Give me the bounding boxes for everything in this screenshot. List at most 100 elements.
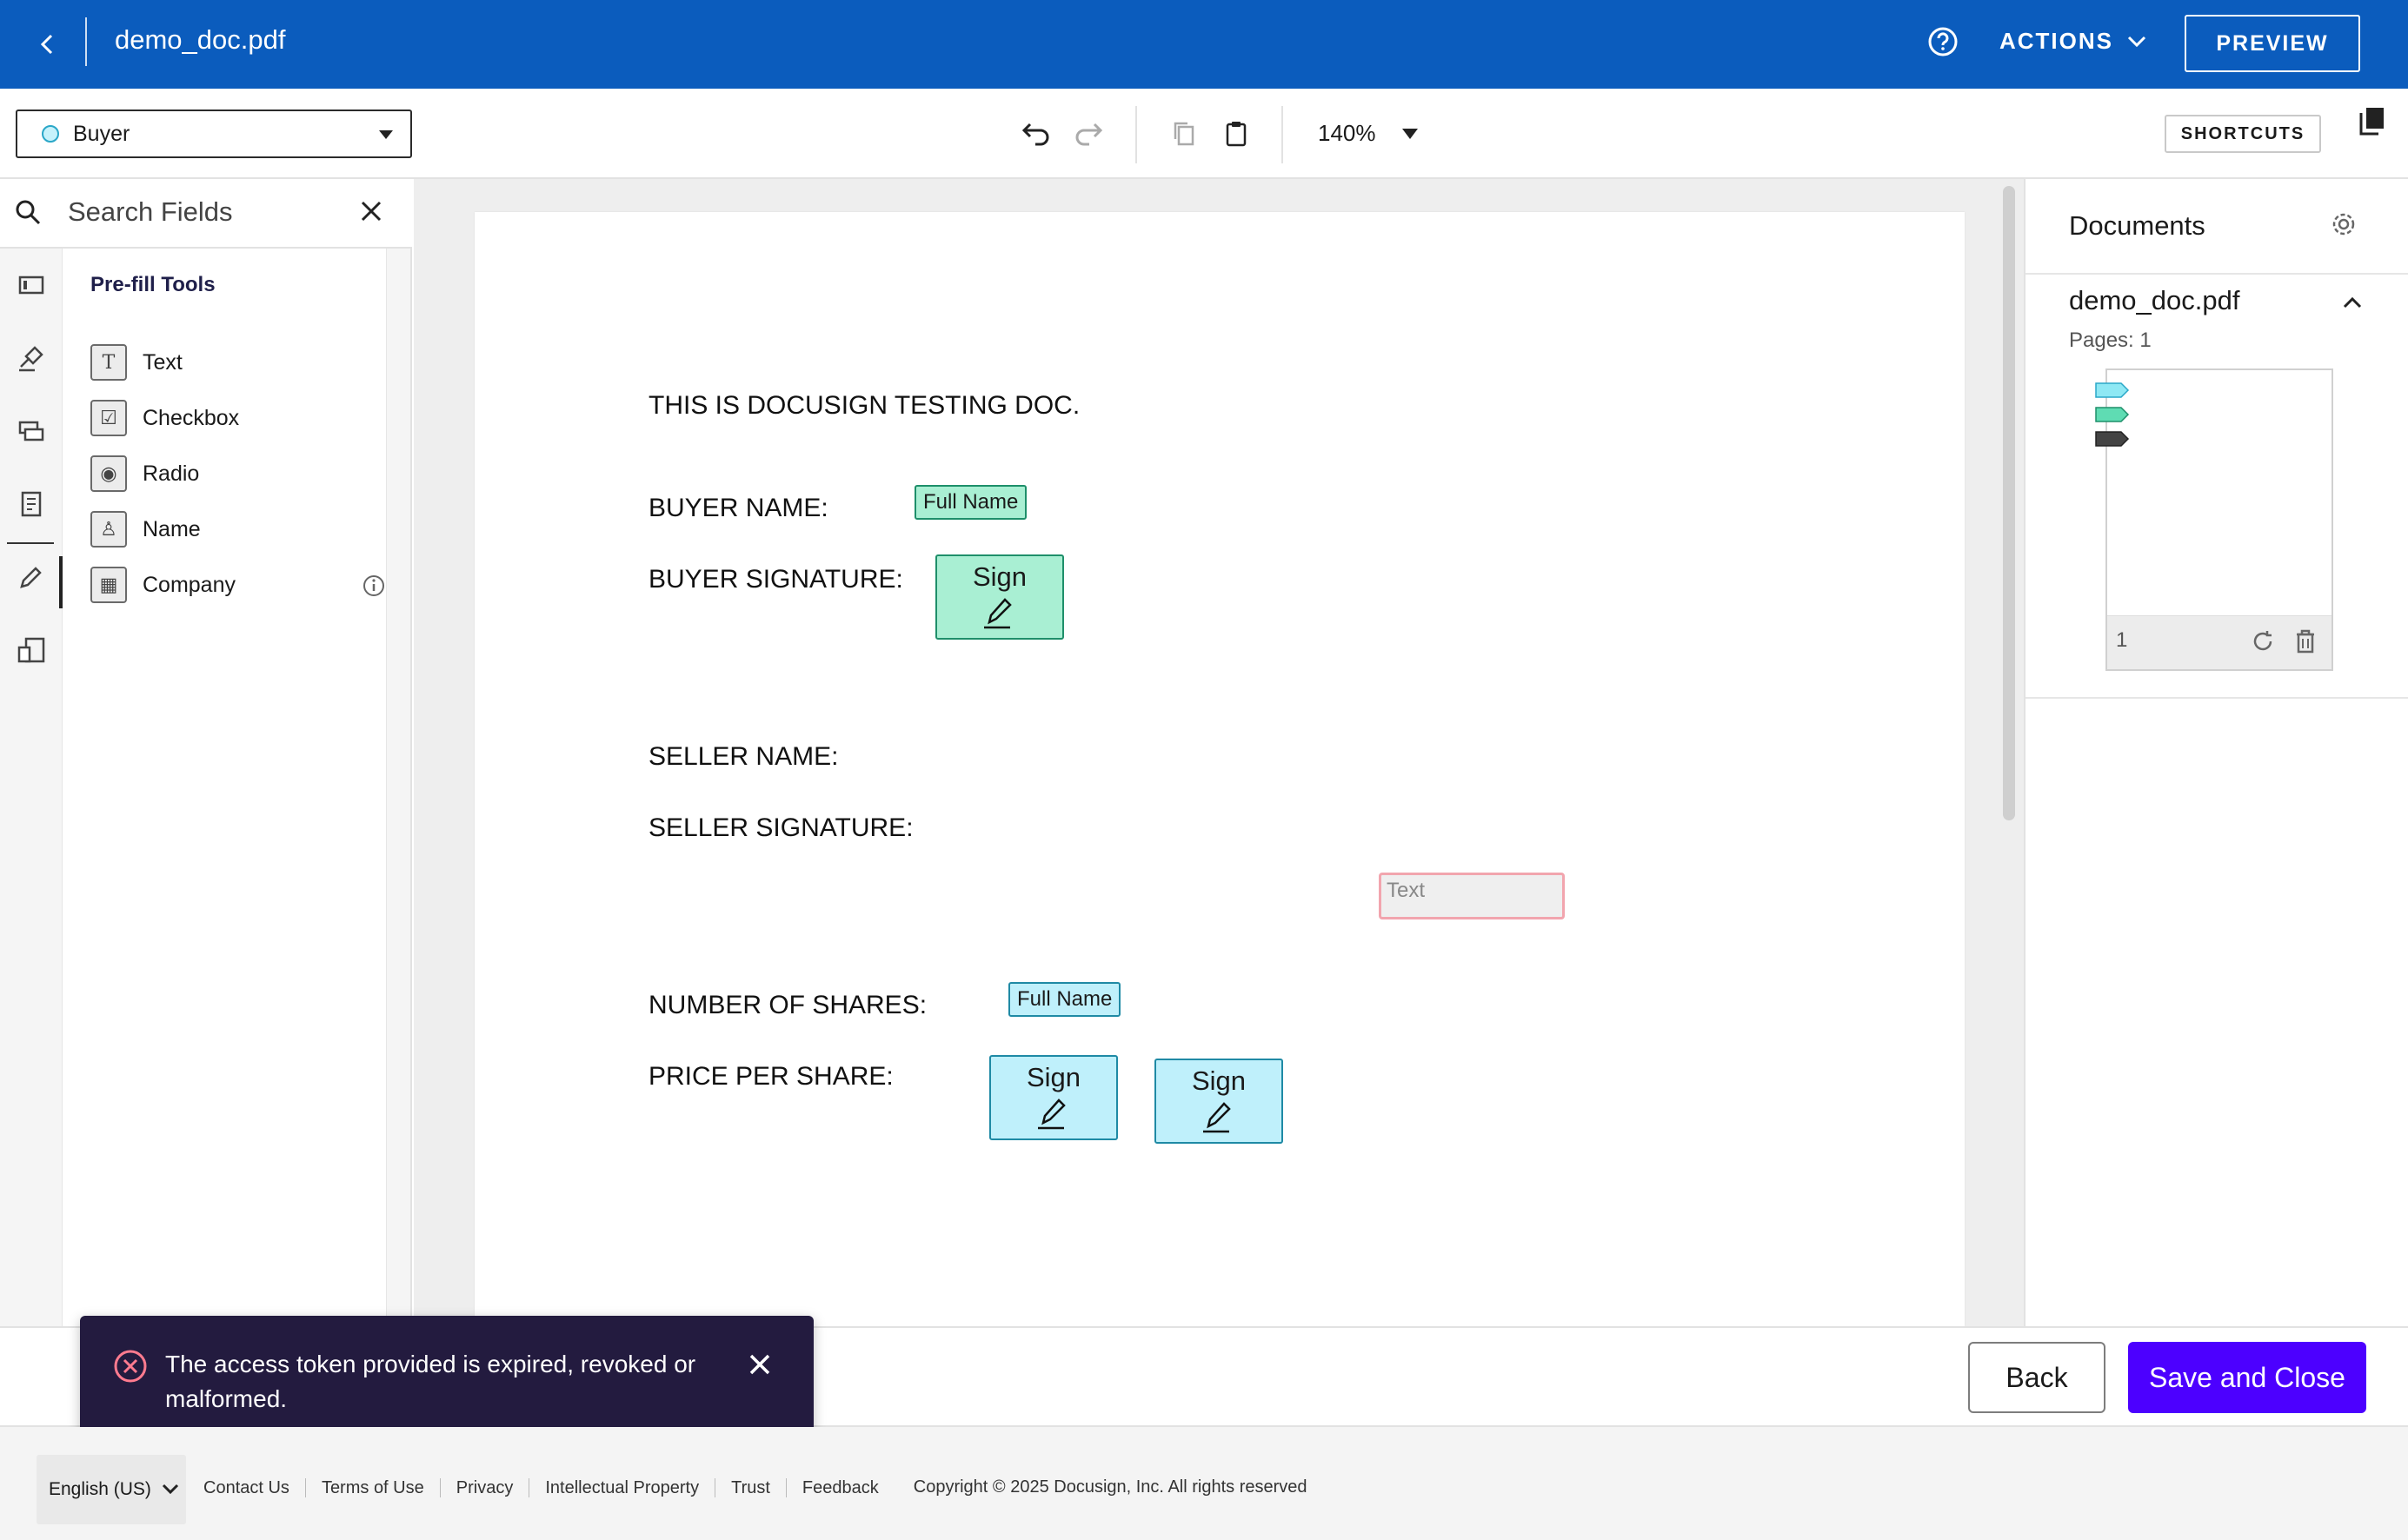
shortcuts-button[interactable]: SHORTCUTS	[2165, 115, 2321, 153]
document-canvas: THIS IS DOCUSIGN TESTING DOC. BUYER NAME…	[414, 179, 2024, 1326]
buyer-sign-field[interactable]: Sign	[935, 554, 1064, 640]
top-bar: demo_doc.pdf ACTIONS PREVIEW	[0, 0, 2408, 89]
info-icon[interactable]	[362, 574, 386, 598]
document-heading: THIS IS DOCUSIGN TESTING DOC.	[649, 391, 1081, 420]
actions-label: ACTIONS	[1999, 28, 2113, 54]
stacked-fields-icon[interactable]	[12, 412, 50, 450]
footer-link-contact[interactable]: Contact Us	[203, 1477, 306, 1497]
document-name[interactable]: demo_doc.pdf	[2069, 285, 2239, 316]
close-icon[interactable]	[746, 1351, 777, 1382]
search-icon	[14, 198, 45, 229]
buyer-tag-icon	[2095, 382, 2130, 398]
field-tool-checkbox[interactable]: ☑ Checkbox	[90, 398, 386, 438]
copyright-text: Copyright © 2025 Docusign, Inc. All righ…	[913, 1477, 1307, 1497]
text-field-icon: T	[90, 344, 127, 381]
language-select[interactable]: English (US)	[37, 1455, 186, 1524]
number-of-shares-label: NUMBER OF SHARES:	[649, 991, 928, 1019]
recipient-color-dot	[42, 125, 59, 143]
footer-link-ip[interactable]: Intellectual Property	[529, 1477, 716, 1497]
field-tool-company[interactable]: ▦ Company	[90, 565, 386, 605]
text-field[interactable]: Text	[1379, 873, 1565, 919]
field-tool-label: Checkbox	[143, 405, 240, 430]
rotate-icon[interactable]	[2250, 628, 2279, 658]
fields-panel: Search Fields Pre-fill Tools T Text ☑ Ch…	[0, 179, 412, 1326]
paste-icon[interactable]	[1217, 115, 1255, 153]
recipient-select[interactable]: Buyer	[16, 110, 412, 158]
toolbar-divider	[1281, 106, 1283, 163]
seller-tag-icon	[2095, 407, 2130, 422]
form-icon[interactable]	[12, 485, 50, 523]
document-title: demo_doc.pdf	[115, 24, 286, 55]
back-arrow-icon[interactable]	[26, 23, 70, 66]
actions-menu[interactable]: ACTIONS	[1999, 28, 2146, 55]
footer: English (US) Contact Us Terms of Use Pri…	[0, 1427, 2408, 1540]
redo-icon[interactable]	[1069, 115, 1108, 153]
zoom-select[interactable]: 140%	[1318, 120, 1418, 147]
close-icon[interactable]	[358, 198, 389, 229]
gear-icon[interactable]	[2330, 210, 2361, 242]
chevron-down-icon	[162, 1484, 178, 1495]
field-tool-name[interactable]: ♙ Name	[90, 509, 386, 549]
search-bar[interactable]: Search Fields	[0, 179, 412, 249]
caret-down-icon	[1401, 128, 1418, 139]
trash-icon[interactable]	[2293, 628, 2323, 658]
canvas-scrollbar[interactable]	[2001, 183, 2017, 1326]
toolbar-divider	[1135, 106, 1137, 163]
seller-full-name-field[interactable]: Full Name	[1008, 982, 1121, 1017]
thumbnail-footer: 1	[2107, 615, 2332, 669]
header-divider	[85, 17, 87, 66]
rail-divider	[7, 542, 54, 544]
panel-divider	[2026, 273, 2408, 275]
chevron-down-icon	[2127, 36, 2146, 47]
footer-links: Contact Us Terms of Use Privacy Intellec…	[203, 1477, 1307, 1497]
seller-signature-label: SELLER SIGNATURE:	[649, 813, 914, 842]
price-per-share-label: PRICE PER SHARE:	[649, 1062, 894, 1091]
field-tool-text[interactable]: T Text	[90, 342, 386, 382]
recipient-label: Buyer	[73, 121, 130, 146]
person-icon: ♙	[90, 511, 127, 548]
panel-scrollbar[interactable]	[386, 249, 410, 1326]
page-thumbnail[interactable]: 1	[2095, 368, 2333, 671]
other-tag-icon	[2095, 431, 2130, 447]
buyer-name-label: BUYER NAME:	[649, 494, 828, 522]
seller-sign-field[interactable]: Sign	[1154, 1059, 1283, 1144]
page-count: Pages: 1	[2069, 329, 2152, 352]
chevron-up-icon[interactable]	[2340, 290, 2368, 318]
building-icon: ▦	[90, 567, 127, 603]
field-panel-icon[interactable]	[12, 266, 50, 304]
pen-icon	[1038, 1099, 1066, 1130]
back-button[interactable]: Back	[1968, 1342, 2105, 1413]
search-input[interactable]: Search Fields	[68, 196, 233, 228]
pencil-icon[interactable]	[12, 558, 50, 596]
copy-icon[interactable]	[1165, 115, 1203, 153]
preview-button[interactable]: PREVIEW	[2185, 15, 2360, 72]
undo-icon[interactable]	[1017, 115, 1055, 153]
document-page: THIS IS DOCUSIGN TESTING DOC. BUYER NAME…	[475, 212, 1965, 1326]
scrollbar-thumb[interactable]	[2003, 186, 2015, 820]
pen-icon	[1203, 1102, 1231, 1133]
panel-divider	[2026, 697, 2408, 699]
copy-documents-icon[interactable]	[2358, 106, 2392, 141]
footer-link-trust[interactable]: Trust	[715, 1477, 787, 1497]
footer-link-terms[interactable]: Terms of Use	[306, 1477, 441, 1497]
language-label: English (US)	[49, 1479, 151, 1499]
section-title: Pre-fill Tools	[90, 273, 216, 296]
seller-sign-field[interactable]: Sign	[989, 1055, 1118, 1140]
error-icon	[111, 1347, 150, 1385]
documents-title: Documents	[2069, 210, 2205, 241]
radio-icon: ◉	[90, 455, 127, 492]
field-tool-radio[interactable]: ◉ Radio	[90, 454, 386, 494]
devices-icon[interactable]	[12, 631, 50, 669]
footer-link-privacy[interactable]: Privacy	[441, 1477, 530, 1497]
editor-toolbar: Buyer 140% SHORTCUTS	[0, 89, 2408, 179]
buyer-full-name-field[interactable]: Full Name	[915, 485, 1028, 520]
toast-message: The access token provided is expired, re…	[165, 1351, 696, 1412]
save-and-close-button[interactable]: Save and Close	[2128, 1342, 2366, 1413]
signature-tools-icon[interactable]	[12, 339, 50, 377]
footer-link-feedback[interactable]: Feedback	[787, 1478, 895, 1497]
help-icon[interactable]	[1926, 24, 1960, 59]
field-tool-label: Name	[143, 516, 201, 541]
sign-label: Sign	[972, 561, 1028, 592]
pen-icon	[984, 598, 1012, 629]
zoom-value: 140%	[1318, 120, 1376, 146]
